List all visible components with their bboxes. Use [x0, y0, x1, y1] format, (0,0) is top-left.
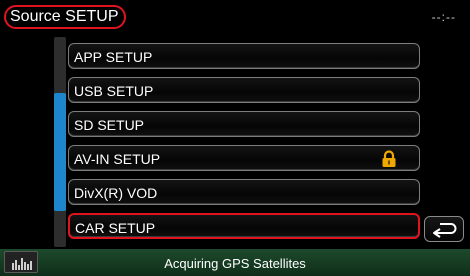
menu-item-sd-setup[interactable]: SD SETUP	[68, 111, 420, 137]
menu-item-label: SD SETUP	[74, 117, 145, 133]
menu-item-label: DivX(R) VOD	[74, 185, 158, 201]
menu-item-av-in-setup[interactable]: AV-IN SETUP	[68, 145, 420, 171]
setup-menu-list: APP SETUP USB SETUP SD SETUP AV-IN SETUP…	[68, 43, 420, 247]
menu-item-label: APP SETUP	[74, 49, 153, 65]
menu-item-usb-setup[interactable]: USB SETUP	[68, 77, 420, 103]
gps-status-text: Acquiring GPS Satellites	[164, 256, 306, 271]
clock: --:--	[431, 10, 456, 24]
status-bar: Acquiring GPS Satellites	[0, 249, 470, 276]
return-arrow-icon	[433, 223, 457, 238]
back-button[interactable]	[424, 216, 464, 242]
menu-item-app-setup[interactable]: APP SETUP	[68, 43, 420, 69]
menu-item-label: USB SETUP	[74, 83, 154, 99]
menu-item-label: AV-IN SETUP	[74, 151, 161, 167]
lock-icon	[382, 150, 396, 167]
scrollbar-thumb[interactable]	[54, 93, 66, 211]
header-bar: Source SETUP --:--	[0, 0, 470, 34]
menu-item-car-setup[interactable]: CAR SETUP	[68, 213, 420, 239]
menu-item-divx-vod[interactable]: DivX(R) VOD	[68, 179, 420, 205]
scrollbar[interactable]	[54, 37, 66, 247]
page-title: Source SETUP	[10, 8, 119, 25]
menu-item-label: CAR SETUP	[75, 220, 156, 236]
